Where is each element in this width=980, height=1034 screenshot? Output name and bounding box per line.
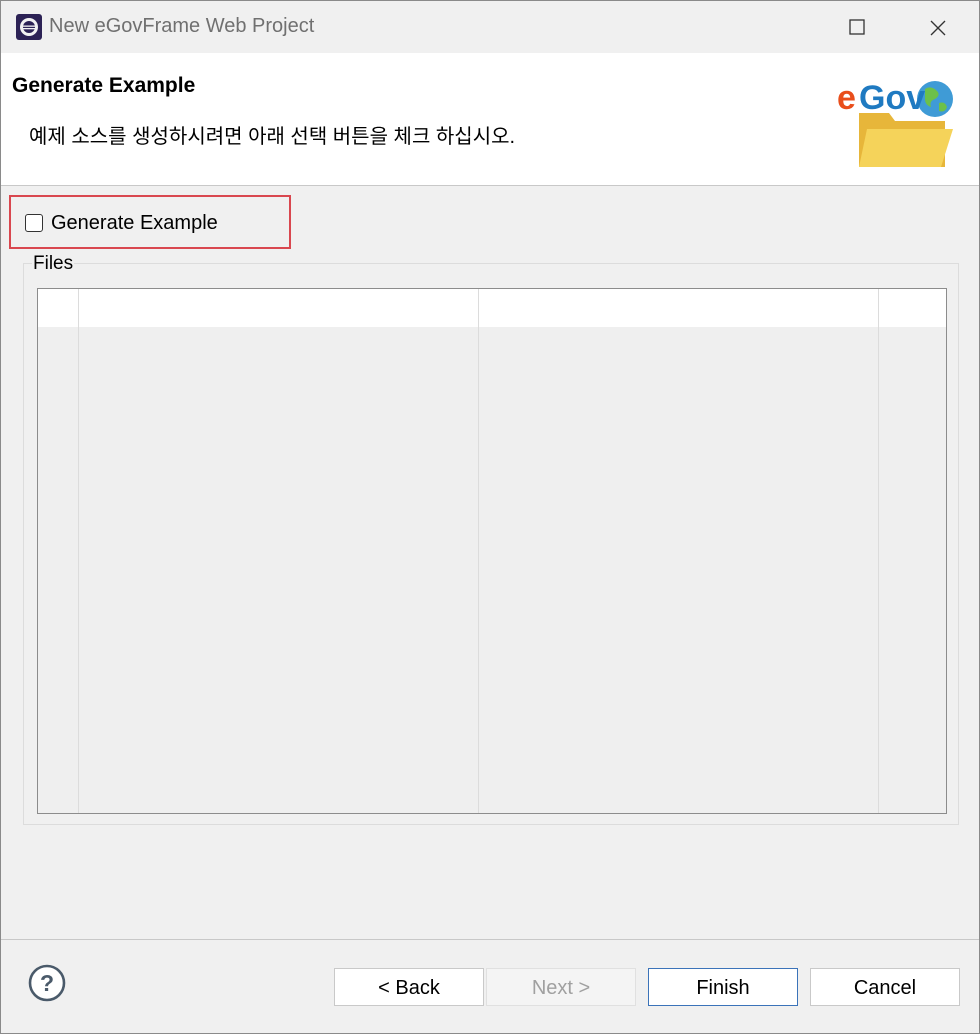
files-table[interactable] [37, 288, 947, 814]
egov-logo-icon: e Gov [837, 79, 953, 167]
generate-example-checkbox[interactable] [25, 214, 43, 232]
generate-example-highlight: Generate Example [9, 195, 291, 249]
column-separator[interactable] [478, 289, 479, 813]
back-button[interactable]: < Back [334, 968, 484, 1006]
window-title: New eGovFrame Web Project [49, 15, 315, 37]
wizard-header: Generate Example 예제 소스를 생성하시려면 아래 선택 버튼을… [1, 53, 979, 186]
logo-letter-e: e [837, 79, 856, 117]
cancel-button[interactable]: Cancel [810, 968, 960, 1006]
title-bar[interactable]: New eGovFrame Web Project [1, 1, 979, 53]
files-table-header [38, 289, 946, 327]
dialog-window: New eGovFrame Web Project Generate Examp… [0, 0, 980, 1034]
help-icon[interactable]: ? [27, 963, 67, 1003]
page-description: 예제 소스를 생성하시려면 아래 선택 버튼을 체크 하십시오. [29, 126, 516, 148]
eclipse-app-icon [16, 14, 42, 40]
footer-divider [1, 939, 979, 940]
maximize-icon[interactable] [841, 11, 873, 43]
page-title: Generate Example [12, 74, 196, 97]
files-group-label: Files [32, 253, 75, 275]
generate-example-label[interactable]: Generate Example [51, 212, 218, 235]
svg-text:?: ? [40, 970, 54, 996]
logo-letters-gov: Gov [859, 79, 925, 117]
column-separator[interactable] [78, 289, 79, 813]
next-button[interactable]: Next > [486, 968, 636, 1006]
close-icon[interactable] [921, 11, 953, 43]
column-separator[interactable] [878, 289, 879, 813]
finish-button[interactable]: Finish [648, 968, 798, 1006]
